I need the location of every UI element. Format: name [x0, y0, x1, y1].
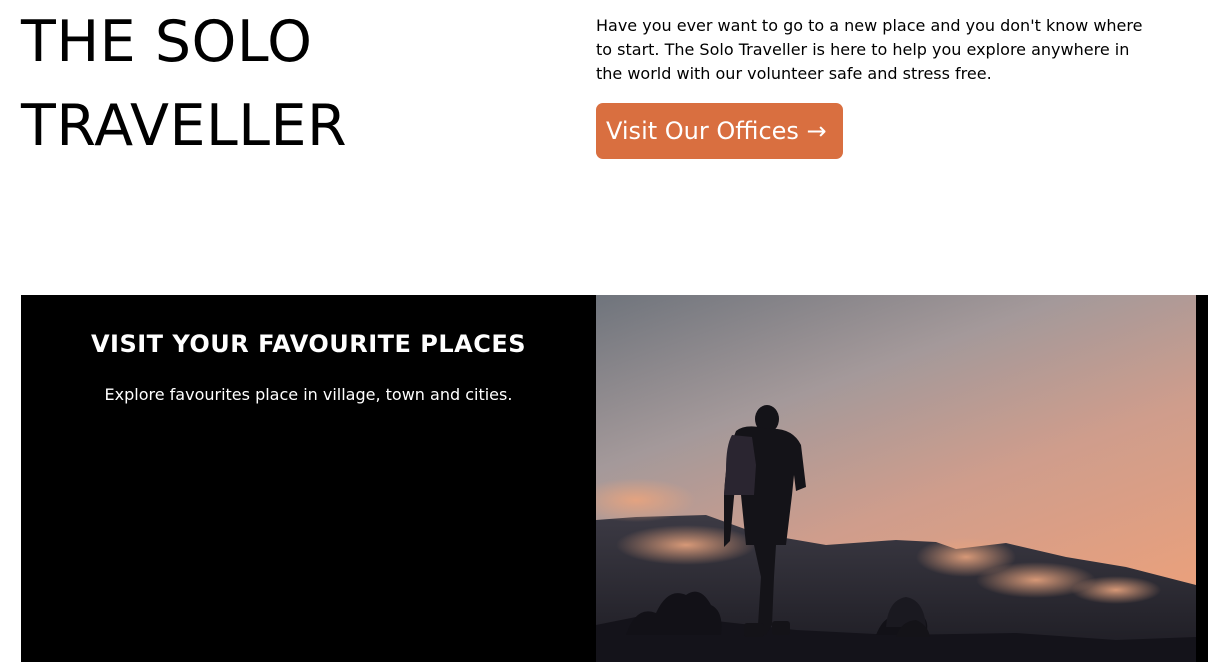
- feature-section: VISIT YOUR FAVOURITE PLACES Explore favo…: [21, 295, 1208, 662]
- visit-offices-button[interactable]: Visit Our Offices →: [596, 103, 843, 159]
- hiker-sunset-image: [596, 295, 1196, 662]
- page-title: THE SOLO TRAVELLER: [21, 0, 347, 168]
- feature-heading: VISIT YOUR FAVOURITE PLACES: [90, 330, 527, 358]
- feature-text-panel: VISIT YOUR FAVOURITE PLACES Explore favo…: [21, 295, 596, 662]
- feature-description: Explore favourites place in village, tow…: [104, 385, 513, 404]
- title-line-1: THE SOLO: [21, 9, 313, 75]
- intro-text: Have you ever want to go to a new place …: [596, 16, 1143, 83]
- title-line-2: TRAVELLER: [21, 93, 348, 159]
